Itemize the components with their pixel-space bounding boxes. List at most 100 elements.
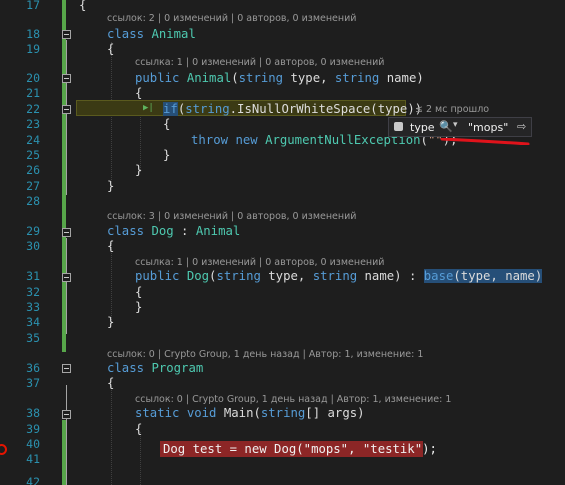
code-line-27[interactable]: } (107, 179, 114, 194)
run-to-click-icon[interactable]: ▶| (143, 103, 154, 113)
code-token: throw (191, 133, 229, 147)
code-line-20[interactable]: public Animal(string type, string name) (135, 71, 424, 86)
code-token: void (186, 406, 217, 420)
code-token: type, (260, 269, 313, 283)
line-number: 38 (26, 406, 40, 420)
debugger-datatip[interactable]: type 🔍 ▾ "mops" ⇨ (388, 117, 532, 137)
code-line-39[interactable]: { (135, 422, 142, 437)
line-number: 34 (26, 315, 40, 329)
variable-icon (394, 122, 403, 131)
line-number: 35 (26, 331, 40, 345)
fold-guide (66, 40, 67, 195)
line-number: 30 (26, 239, 40, 253)
line-number: 19 (26, 42, 40, 56)
line-number: 25 (26, 148, 40, 162)
code-token: { (135, 422, 143, 436)
codelens-program-class[interactable]: ссылок: 0 | Crypto Group, 1 день назад |… (107, 349, 423, 361)
code-line-22[interactable]: if(string.IsNullOrWhiteSpace(type)) (163, 102, 422, 117)
code-line-36[interactable]: class Program (107, 361, 203, 376)
code-token: class (107, 27, 145, 41)
fold-toggle[interactable] (62, 228, 71, 237)
code-token: } (163, 148, 171, 162)
fold-toggle[interactable] (62, 364, 71, 373)
line-number: 18 (26, 27, 40, 41)
indent-guide (140, 432, 141, 485)
code-line-17[interactable]: { (79, 0, 86, 13)
fold-toggle[interactable] (62, 74, 71, 83)
code-line-25[interactable]: } (163, 148, 170, 163)
codelens-main-method[interactable]: ссылок: 0 | Crypto Group, 1 день назад |… (135, 394, 451, 406)
red-annotation-stroke (440, 138, 530, 145)
code-line-21[interactable]: { (135, 86, 142, 101)
fold-toggle[interactable] (62, 30, 71, 39)
code-line-38[interactable]: static void Main(string[] args) (135, 406, 365, 421)
line-number: 17 (26, 0, 40, 12)
codelens-animal-ctor[interactable]: ссылка: 1 | 0 изменений | 0 авторов, 0 и… (135, 57, 384, 69)
line-number: 24 (26, 133, 40, 147)
code-token: class (107, 224, 145, 238)
line-number: 20 (26, 71, 40, 85)
code-line-23[interactable]: { (163, 117, 170, 132)
code-line-29[interactable]: class Dog : Animal (107, 224, 240, 239)
code-token: Program (151, 361, 204, 375)
code-token: name) : (357, 269, 424, 283)
breakpoint-icon[interactable] (0, 444, 7, 455)
code-token: : (173, 224, 196, 238)
code-token: string (334, 71, 380, 85)
code-line-31[interactable]: public Dog(string type, string name) : b… (135, 269, 543, 284)
fold-guide (66, 385, 67, 485)
code-line-32[interactable]: { (135, 285, 142, 300)
line-number: 42 (26, 475, 40, 485)
line-number: 23 (26, 117, 40, 131)
code-token: (type, name) (453, 269, 543, 283)
code-token: } (107, 179, 115, 193)
codelens-animal-class[interactable]: ссылок: 2 | 0 изменений | 0 авторов, 0 и… (107, 13, 356, 25)
code-token: { (163, 117, 171, 131)
code-editor[interactable]: 17 18 19 20 21 22 23 24 25 26 27 28 29 3… (0, 0, 565, 485)
code-token: { (79, 0, 87, 12)
codelens-dog-ctor[interactable]: ссылка: 1 | 0 изменений | 0 авторов, 0 и… (135, 257, 384, 269)
code-token: base (423, 269, 454, 283)
indent-guide (111, 386, 112, 485)
line-number: 26 (26, 163, 40, 177)
code-token: string (312, 269, 358, 283)
code-line-34[interactable]: } (107, 315, 114, 330)
code-line-30[interactable]: { (107, 239, 114, 254)
chevron-down-icon[interactable]: ▾ (453, 120, 458, 130)
code-token: Dog (186, 269, 210, 283)
line-number: 29 (26, 224, 40, 238)
code-line-26[interactable]: } (135, 163, 142, 178)
code-token: class (107, 361, 145, 375)
code-token: public (135, 71, 180, 85)
code-token: Dog test = new Dog("mops", "testik"); (163, 442, 437, 456)
code-line-33[interactable]: } (135, 300, 142, 315)
datatip-value[interactable]: "mops" (468, 121, 508, 134)
code-line-40[interactable]: Dog test = new Dog("mops", "testik"); (163, 442, 437, 457)
fold-guide (66, 238, 67, 334)
code-token: { (135, 285, 143, 299)
line-number: 37 (26, 376, 40, 390)
code-token: static (135, 406, 180, 420)
code-token: { (107, 42, 115, 56)
code-token: string (216, 269, 261, 283)
code-token: Animal (195, 224, 241, 238)
perf-tip[interactable]: ≤ 2 мс прошло (415, 104, 489, 115)
code-token: Dog (151, 224, 174, 238)
code-line-18[interactable]: class Animal (107, 27, 196, 42)
code-line-37[interactable]: { (107, 376, 114, 391)
code-line-19[interactable]: { (107, 42, 114, 57)
search-icon[interactable]: 🔍 (439, 120, 453, 133)
line-number: 33 (26, 300, 40, 314)
fold-toggle[interactable] (62, 105, 71, 114)
line-number: 36 (26, 361, 40, 375)
line-number: 32 (26, 285, 40, 299)
fold-toggle[interactable] (62, 410, 71, 419)
code-token: Animal (186, 71, 232, 85)
codelens-dog-class[interactable]: ссылок: 3 | 0 изменений | 0 авторов, 0 и… (107, 211, 356, 223)
code-token: } (135, 300, 143, 314)
fold-toggle[interactable] (62, 273, 71, 282)
code-token: string (238, 71, 284, 85)
pin-icon[interactable]: ⇨ (517, 120, 526, 133)
code-token: } (107, 315, 115, 329)
code-token: new (235, 133, 258, 147)
